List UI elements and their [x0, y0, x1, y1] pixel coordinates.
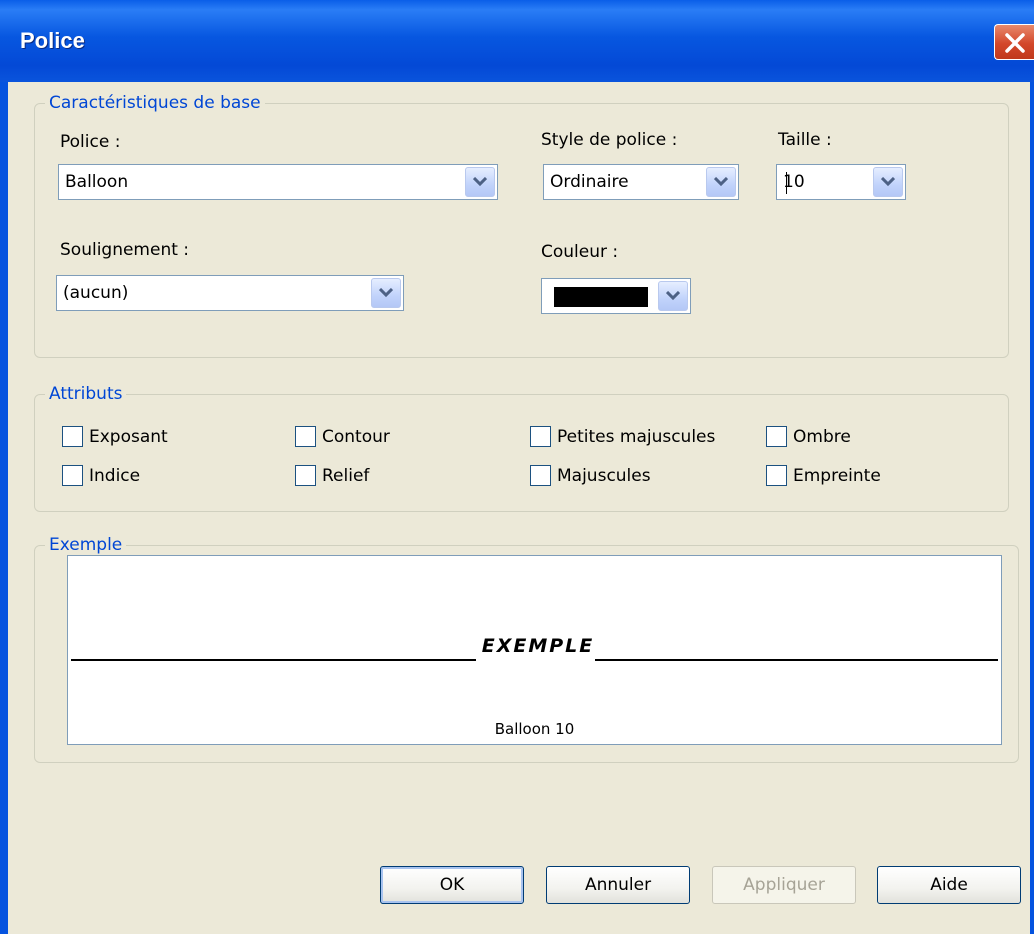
checkbox-shadow-label[interactable]: Ombre: [793, 427, 851, 447]
underline-label: Soulignement :: [60, 240, 190, 260]
color-select[interactable]: [541, 278, 691, 314]
checkbox-small-caps[interactable]: [530, 426, 551, 447]
style-select-dropdown-button[interactable]: [706, 167, 736, 197]
style-label: Style de police :: [541, 130, 678, 150]
checkbox-subscript-label[interactable]: Indice: [89, 466, 140, 486]
help-button[interactable]: Aide: [877, 866, 1021, 904]
preview-baseline-right: [595, 659, 998, 661]
attributes-group: Attributs: [34, 384, 1009, 512]
chevron-down-icon: [714, 177, 728, 187]
checkbox-all-caps-label[interactable]: Majuscules: [557, 466, 651, 486]
color-swatch: [554, 287, 648, 307]
color-label: Couleur :: [541, 242, 619, 262]
chevron-down-icon: [666, 291, 680, 301]
title-bar[interactable]: Police: [0, 0, 1034, 82]
checkbox-engrave[interactable]: [766, 465, 787, 486]
underline-select[interactable]: (aucun): [56, 275, 404, 311]
checkbox-outline[interactable]: [295, 426, 316, 447]
example-legend: Exemple: [45, 535, 127, 555]
checkbox-emboss-label[interactable]: Relief: [322, 466, 369, 486]
basic-characteristics-legend: Caractéristiques de base: [45, 93, 265, 113]
size-select-value: 10: [783, 172, 805, 192]
font-select-dropdown-button[interactable]: [465, 167, 495, 197]
size-select[interactable]: 10: [776, 164, 906, 200]
checkbox-shadow[interactable]: [766, 426, 787, 447]
checkbox-outline-label[interactable]: Contour: [322, 427, 390, 447]
cancel-button[interactable]: Annuler: [546, 866, 690, 904]
font-dialog: Police Caractéristiques de base Police :…: [0, 0, 1034, 934]
chevron-down-icon: [473, 177, 487, 187]
font-select[interactable]: Balloon: [58, 164, 498, 200]
style-select-value: Ordinaire: [550, 172, 629, 192]
window-frame-right: [1030, 82, 1034, 934]
underline-select-value: (aucun): [63, 283, 129, 303]
attributes-legend: Attributs: [45, 384, 127, 404]
checkbox-subscript[interactable]: [62, 465, 83, 486]
close-icon: [1005, 33, 1025, 53]
color-select-dropdown-button[interactable]: [658, 281, 688, 311]
preview-sample-text: EXEMPLE: [481, 635, 595, 657]
checkbox-superscript-label[interactable]: Exposant: [89, 427, 168, 447]
preview-caption: Balloon 10: [494, 720, 575, 738]
size-label: Taille :: [778, 130, 832, 150]
font-label: Police :: [60, 132, 121, 152]
font-select-value: Balloon: [65, 172, 129, 192]
close-button[interactable]: [994, 24, 1034, 60]
window-frame-left: [0, 82, 8, 934]
underline-select-dropdown-button[interactable]: [371, 278, 401, 308]
checkbox-emboss[interactable]: [295, 465, 316, 486]
chevron-down-icon: [881, 177, 895, 187]
ok-button[interactable]: OK: [380, 866, 524, 904]
checkbox-engrave-label[interactable]: Empreinte: [793, 466, 881, 486]
font-preview-box: EXEMPLE Balloon 10: [67, 555, 1002, 745]
checkbox-all-caps[interactable]: [530, 465, 551, 486]
style-select[interactable]: Ordinaire: [543, 164, 739, 200]
size-select-dropdown-button[interactable]: [873, 167, 903, 197]
checkbox-superscript[interactable]: [62, 426, 83, 447]
apply-button[interactable]: Appliquer: [712, 866, 856, 904]
preview-baseline-left: [71, 659, 476, 661]
basic-characteristics-group: Caractéristiques de base: [34, 93, 1009, 358]
chevron-down-icon: [379, 288, 393, 298]
checkbox-small-caps-label[interactable]: Petites majuscules: [557, 427, 715, 447]
window-title: Police: [20, 28, 85, 53]
